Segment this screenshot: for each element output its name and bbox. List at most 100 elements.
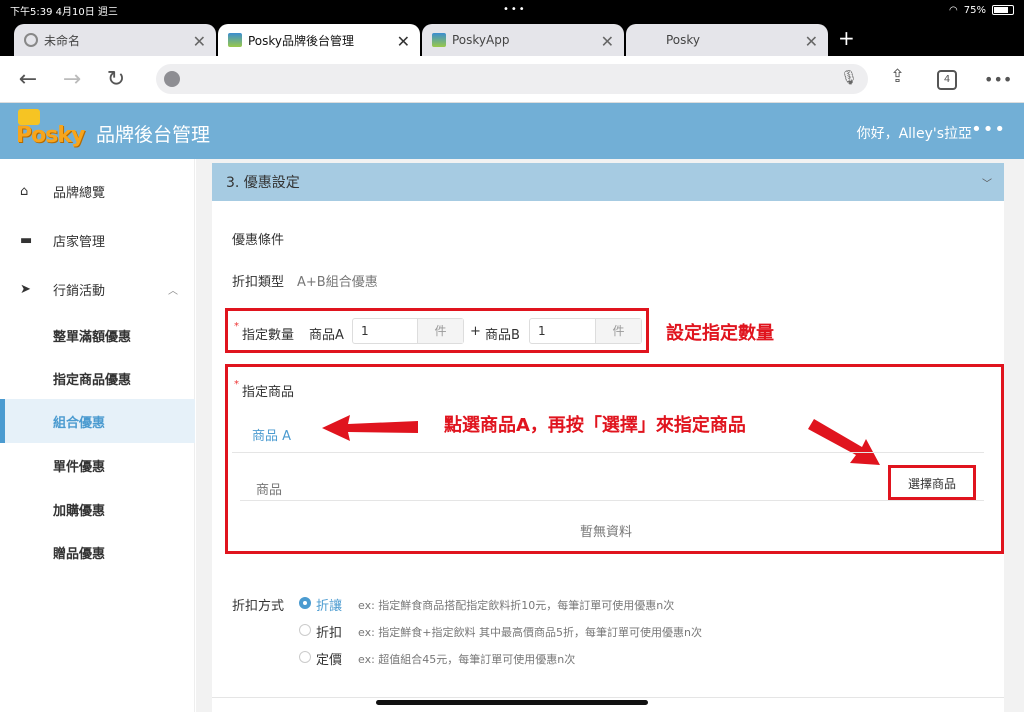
divider [240,500,984,501]
app-header: Posky 品牌後台管理 你好，Alley's拉亞 ••• [0,103,1024,159]
divider [212,697,1004,698]
method-option-label[interactable]: 折扣 [316,622,342,641]
tab-title: Posky品牌後台管理 [248,33,355,48]
address-bar[interactable]: 🎙 [156,64,868,94]
main-content: 3. 優惠設定 ﹀ 優惠條件 折扣類型 A+B組合優惠 * 指定數量 商品A 1… [196,159,1024,712]
settings-card: 3. 優惠設定 ﹀ 優惠條件 折扣類型 A+B組合優惠 * 指定數量 商品A 1… [212,163,1004,712]
sidebar-item-label: 組合優惠 [53,415,106,431]
browser-toolbar: ← → ↻ 🎙 ⇪ 4 ••• [0,56,1024,103]
sidebar-item-label: 指定商品優惠 [53,372,132,388]
chevron-down-icon[interactable]: ﹀ [982,175,992,190]
method-option-label[interactable]: 折讓 [316,595,342,614]
product-a-label: 商品A [309,328,344,343]
page-title: 品牌後台管理 [96,124,211,146]
sidebar-item-gift-discount[interactable]: 贈品優惠 [0,530,195,574]
qty-unit: 件 [417,319,463,343]
multitask-dots-icon[interactable]: ••• [503,4,527,15]
tab-product-a[interactable]: 商品 A [252,425,291,444]
sidebar-item-label: 店家管理 [53,234,106,250]
product-b-label: 商品B [485,328,520,343]
tab-title: 未命名 [44,33,81,48]
store-icon: ▬ [20,232,33,248]
user-greeting[interactable]: 你好，Alley's拉亞 [857,123,972,143]
column-header-product: 商品 [256,483,283,498]
method-option-desc: ex: 指定鮮食商品搭配指定飲料折10元，每筆訂單可使用優惠n次 [358,599,675,612]
close-icon[interactable]: ✕ [193,32,206,51]
discount-type-label: 折扣類型 [232,275,285,290]
sidebar-item-combo-discount[interactable]: 組合優惠 [0,399,195,443]
sidebar-item-single-discount[interactable]: 單件優惠 [0,443,195,487]
battery-icon [992,5,1014,15]
battery-percent: 75% [963,4,986,16]
browser-tab-posky[interactable]: Posky ✕ [626,24,828,56]
globe-icon [24,33,38,47]
sidebar-item-order-threshold[interactable]: 整單滿額優惠 [0,313,195,357]
method-option-label[interactable]: 定價 [316,649,342,668]
radio-fixed-price[interactable] [299,651,311,663]
product-a-qty-input[interactable]: 1 件 [352,318,464,344]
method-label: 折扣方式 [232,599,285,614]
close-icon[interactable]: ✕ [805,32,818,51]
required-mark: * [234,379,239,390]
discount-type-value: A+B組合優惠 [297,275,378,290]
sidebar-item-label: 單件優惠 [53,459,106,475]
send-icon: ➤ [20,281,31,297]
sidebar: ⌂ 品牌總覽 ▬ 店家管理 ➤ 行銷活動 ︿ 整單滿額優惠 指定商品優惠 組合優… [0,159,195,712]
select-product-button[interactable]: 選擇商品 [898,475,966,492]
reload-icon[interactable]: ↻ [94,67,138,92]
microphone-icon[interactable]: 🎙 [840,70,858,86]
home-icon: ⌂ [20,183,29,199]
tab-count-button[interactable]: 4 [937,70,957,90]
qty-value: 1 [361,324,369,338]
browser-tab-poskyapp[interactable]: PoskyApp ✕ [422,24,624,56]
close-icon[interactable]: ✕ [397,32,410,51]
sidebar-item-label: 行銷活動 [53,283,106,299]
sidebar-item-label: 整單滿額優惠 [53,329,132,345]
close-icon[interactable]: ✕ [601,32,614,51]
required-mark: * [234,321,239,332]
forward-icon[interactable]: → [50,67,94,92]
posky-logo[interactable]: Posky [14,109,85,153]
tab-title: Posky [666,33,701,47]
browser-tab-untitled[interactable]: 未命名 ✕ [14,24,216,56]
sidebar-item-label: 加購優惠 [53,503,106,519]
arrow-down-right-annotation [808,419,880,465]
back-icon[interactable]: ← [6,67,50,92]
sidebar-item-brand-overview[interactable]: ⌂ 品牌總覽 [0,169,195,213]
assigned-label: 指定商品 [242,385,295,400]
method-option-desc: ex: 超值組合45元，每筆訂單可使用優惠n次 [358,653,576,666]
browser-tab-bar: 未命名 ✕ Posky品牌後台管理 ✕ PoskyApp ✕ Posky ✕ + [0,20,1024,56]
home-indicator[interactable] [376,700,648,705]
annotation-select-product: 點選商品A，再按「選擇」來指定商品 [444,415,746,436]
more-icon[interactable]: ••• [984,70,1012,89]
section-title: 3. 優惠設定 [226,175,300,191]
site-settings-icon[interactable] [164,71,180,87]
product-b-qty-input[interactable]: 1 件 [529,318,642,344]
browser-tab-posky-admin[interactable]: Posky品牌後台管理 ✕ [218,24,420,56]
sidebar-item-store-management[interactable]: ▬ 店家管理 [0,218,195,262]
annotation-set-qty: 設定指定數量 [666,323,774,344]
wifi-icon: ◠ [949,4,958,16]
site-icon [228,33,242,47]
empty-state: 暫無資料 [580,525,633,540]
tab-title: PoskyApp [452,33,510,47]
status-time: 下午5:39 4月10日 週三 [10,6,118,18]
sidebar-item-label: 品牌總覽 [53,185,106,201]
divider [232,452,984,453]
new-tab-icon[interactable]: + [838,26,855,56]
sidebar-item-marketing[interactable]: ➤ 行銷活動 ︿ [0,267,195,311]
header-more-icon[interactable]: ••• [971,119,1006,140]
qty-value: 1 [538,324,546,338]
section-header[interactable]: 3. 優惠設定 ﹀ [212,163,1004,201]
arrow-left-annotation [322,415,418,441]
site-icon [432,33,446,47]
radio-allowance[interactable] [299,597,311,609]
status-bar: 下午5:39 4月10日 週三 ••• ◠ 75% [0,0,1024,20]
logo-text: Posky [16,123,85,148]
radio-percent-off[interactable] [299,624,311,636]
share-icon[interactable]: ⇪ [890,66,905,87]
sidebar-item-product-discount[interactable]: 指定商品優惠 [0,356,195,400]
plus-sign: + [470,324,481,339]
sidebar-item-addon-discount[interactable]: 加購優惠 [0,487,195,531]
qty-unit: 件 [595,319,641,343]
